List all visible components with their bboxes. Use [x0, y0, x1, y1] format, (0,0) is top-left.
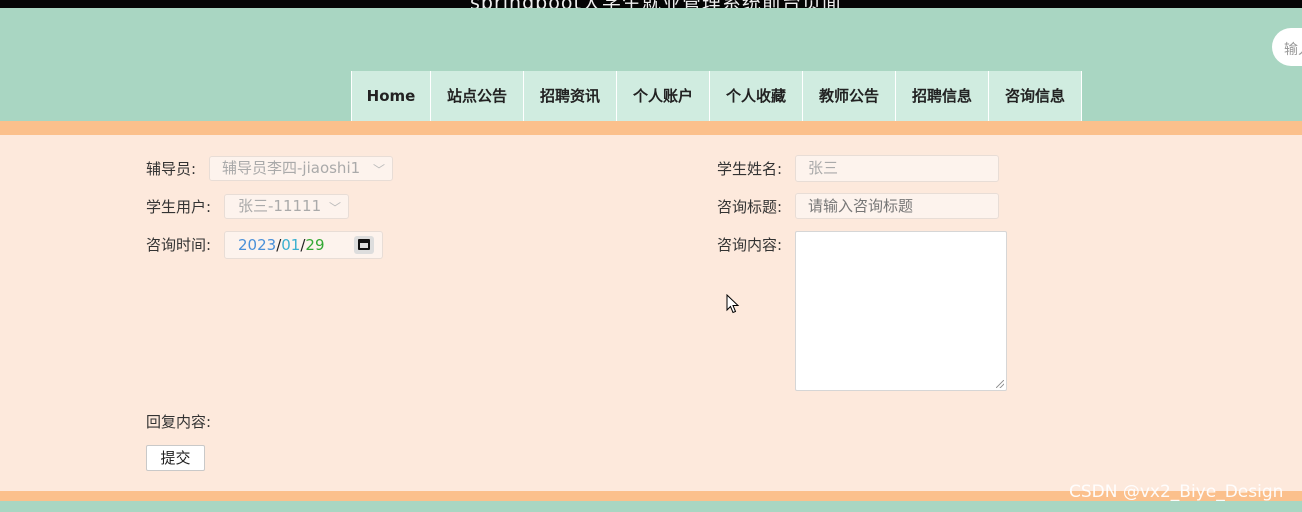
watermark: CSDN @vx2_Biye_Design: [1069, 482, 1284, 502]
nav-item-consultation-info[interactable]: 咨询信息: [988, 71, 1082, 121]
header-divider: [0, 121, 1302, 135]
search-input[interactable]: 输入关键字: [1272, 28, 1302, 66]
site-title: springboot大学生就业管理系统前台页面: [470, 0, 842, 8]
resize-handle-icon[interactable]: [996, 380, 1004, 388]
nav-item-teacher-announcements[interactable]: 教师公告: [802, 71, 895, 121]
nav-item-favorites[interactable]: 个人收藏: [709, 71, 802, 121]
student-user-select-value: 张三-11111: [238, 197, 322, 215]
student-name-field[interactable]: 张三: [795, 155, 999, 182]
consult-title-input[interactable]: 请输入咨询标题: [795, 193, 999, 219]
chevron-down-icon: ﹀: [372, 163, 385, 177]
chevron-down-icon: ﹀: [328, 201, 341, 215]
counselor-select[interactable]: 辅导员李四-jiaoshi1 ﹀: [209, 156, 393, 181]
date-day: 29: [305, 236, 325, 254]
date-month: 01: [281, 236, 301, 254]
nav-item-personal-account[interactable]: 个人账户: [616, 71, 709, 121]
consult-content-label: 咨询内容:: [717, 236, 783, 254]
submit-button[interactable]: 提交: [146, 445, 205, 471]
date-year: 2023: [238, 236, 277, 254]
nav-item-recruitment-news[interactable]: 招聘资讯: [523, 71, 616, 121]
footer: [0, 501, 1302, 512]
nav-item-home[interactable]: Home: [351, 71, 430, 121]
student-user-label: 学生用户:: [146, 198, 212, 216]
nav-item-job-info[interactable]: 招聘信息: [895, 71, 988, 121]
form-area: [0, 135, 1302, 491]
counselor-select-value: 辅导员李四-jiaoshi1: [222, 159, 361, 177]
title-bar: springboot大学生就业管理系统前台页面: [0, 0, 1302, 8]
counselor-label: 辅导员:: [146, 160, 197, 178]
consult-content-textarea[interactable]: [795, 231, 1007, 391]
consult-time-label: 咨询时间:: [146, 236, 212, 254]
student-name-label: 学生姓名:: [717, 160, 783, 178]
consult-title-label: 咨询标题:: [717, 198, 783, 216]
main-nav: Home 站点公告 招聘资讯 个人账户 个人收藏 教师公告 招聘信息 咨询信息: [351, 71, 1082, 121]
consult-time-date-input[interactable]: 2023/01/29: [224, 231, 383, 259]
calendar-icon[interactable]: [354, 236, 374, 254]
reply-content-label: 回复内容:: [146, 413, 212, 431]
mouse-cursor-icon: [726, 294, 740, 314]
nav-item-site-announcements[interactable]: 站点公告: [430, 71, 523, 121]
student-user-select[interactable]: 张三-11111 ﹀: [224, 194, 349, 219]
